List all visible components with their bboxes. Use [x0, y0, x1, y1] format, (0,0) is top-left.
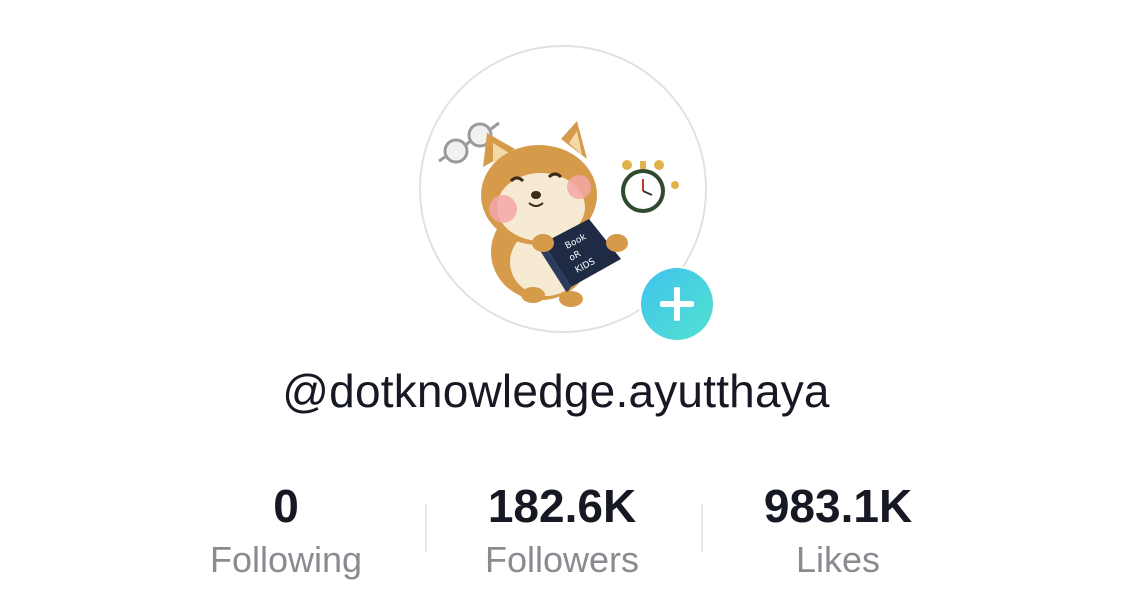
username: @dotknowledge.ayutthaya	[282, 365, 830, 417]
followers-label: Followers	[484, 539, 640, 580]
profile-header: Book oR KIDS @dotknowledge.ayutthaya 0 F…	[0, 0, 1125, 611]
add-follow-button[interactable]	[639, 266, 715, 342]
shiba-dog: Book oR KIDS	[481, 121, 628, 307]
plus-icon	[660, 287, 694, 321]
clock-icon	[621, 160, 679, 213]
stat-following[interactable]: 0 Following	[156, 478, 416, 584]
following-count: 0	[273, 480, 299, 532]
stat-followers[interactable]: 182.6K Followers	[432, 478, 692, 584]
stats-row: 0 Following 182.6K Followers 983.1K Like…	[0, 478, 1125, 588]
followers-count: 182.6K	[487, 480, 637, 532]
following-label: Following	[209, 539, 363, 580]
stat-divider	[425, 504, 427, 552]
add-button-circle[interactable]	[641, 268, 713, 340]
stat-likes[interactable]: 983.1K Likes	[708, 478, 968, 584]
stat-divider	[701, 504, 703, 552]
likes-label: Likes	[795, 539, 881, 580]
likes-count: 983.1K	[763, 480, 913, 532]
